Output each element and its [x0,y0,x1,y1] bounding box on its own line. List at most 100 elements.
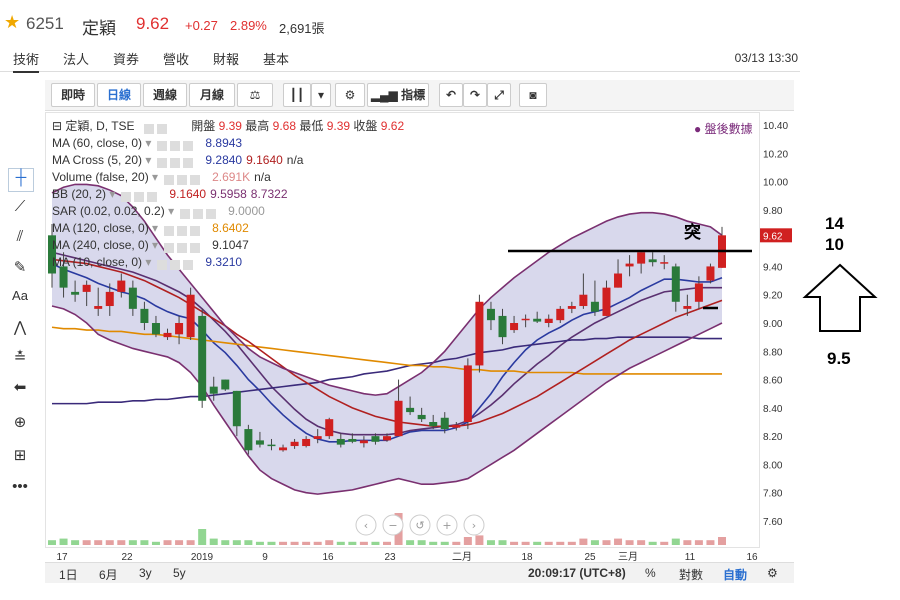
volume-bar [48,540,56,545]
candle-body [175,323,184,335]
close-label: 收盤 [353,119,378,133]
volume-bar [383,541,391,545]
up-arrow-icon [802,263,878,332]
candle-body [209,386,218,394]
indicator-controls[interactable] [157,258,201,270]
indicator-row[interactable]: MA (10, close, 0) ▾ 9.3210 [52,254,404,271]
volume-bar [140,540,149,545]
indicator-name: Volume (false, 20) [52,170,149,184]
chevron-down-icon[interactable]: ▾ [165,204,174,218]
zoom-control-glyph: − [388,519,397,532]
chevron-down-icon[interactable]: ▾ [142,153,151,167]
volume-bar [671,538,680,545]
volume-bar [371,541,380,545]
chevron-down-icon[interactable]: ▾ [106,187,115,201]
chevron-down-icon[interactable]: ▾ [149,238,158,252]
candle-body [267,444,276,447]
volume-bar [163,540,172,545]
collapse-icon[interactable]: ⊟ [52,119,62,133]
volume-bar [556,541,565,545]
y-tick-label: 10.00 [763,178,788,189]
chevron-down-icon[interactable]: ▾ [149,170,158,184]
volume-bar [579,538,588,545]
range-1d-button[interactable]: 1日 [59,566,78,583]
indicator-row[interactable]: MA (60, close, 0) ▾ 8.8943 [52,135,404,152]
y-tick-label: 9.20 [763,291,783,302]
candle-body [579,294,588,307]
indicator-controls[interactable] [157,156,201,168]
volume-bar [313,541,322,545]
low-label: 最低 [299,119,324,133]
indicator-row[interactable]: BB (20, 2) ▾ 9.1640 9.5958 8.7322 [52,186,404,203]
candle-body [637,252,646,264]
candle-body [694,283,703,302]
indicator-row[interactable]: SAR (0.02, 0.02, 0.2) ▾ 9.0000 [52,203,404,220]
volume-bar [533,541,542,545]
candle-body [313,436,322,439]
volume-bar [151,541,160,545]
candle-body [140,308,149,323]
settings-gear-icon[interactable]: ⚙ [767,566,778,580]
volume-bar [175,540,184,545]
indicator-row[interactable]: Volume (false, 20) ▾ 2.691K n/a [52,169,404,186]
volume-bar [694,540,703,545]
candle-body [706,266,715,281]
indicator-legend: ⊟ 定穎, D, TSE 開盤 9.39 最高 9.68 最低 9.39 收盤 … [52,118,404,271]
candle-body [244,429,253,451]
candle-body [625,263,634,267]
indicator-row[interactable]: MA (240, close, 0) ▾ 9.1047 [52,237,404,254]
log-scale-button[interactable]: 對數 [679,566,703,583]
auto-scale-button[interactable]: 自動 [723,566,747,583]
candle-body [82,284,91,292]
candle-body [567,306,576,309]
indicator-value: 9.1640 [246,153,283,167]
indicator-controls[interactable] [164,173,208,185]
indicator-name: MA (120, close, 0) [52,221,149,235]
candle-body [302,438,311,447]
candle-body [533,318,542,322]
range-3y-button[interactable]: 3y [139,566,152,580]
y-tick-label: 8.20 [763,432,783,443]
volume-bar [521,541,530,545]
after-hours-data[interactable]: ● 盤後數據 [694,120,753,137]
indicator-name: MA Cross (5, 20) [52,153,143,167]
volume-bar [186,540,195,545]
volume-bar [59,538,68,545]
indicator-value: 9.0000 [228,204,265,218]
indicator-controls[interactable] [121,190,165,202]
range-6m-button[interactable]: 6月 [99,566,118,583]
volume-bar [706,540,715,545]
candle-body [602,287,611,316]
volume-bar [486,540,495,545]
indicator-value: 9.5958 [210,187,247,201]
volume-bar [590,540,599,545]
y-tick-label: 10.20 [763,149,788,160]
indicator-controls[interactable] [164,241,208,253]
indicator-controls[interactable] [180,207,224,219]
indicator-row[interactable]: MA Cross (5, 20) ▾ 9.2840 9.1640 n/a [52,152,404,169]
chevron-down-icon[interactable]: ▾ [149,221,158,235]
volume-bar [105,540,114,545]
volume-bar [463,537,472,545]
volume-bar [452,541,461,545]
indicator-value: 9.1047 [212,238,249,252]
indicator-controls[interactable] [164,224,208,236]
zoom-control-glyph: › [472,519,476,532]
percent-scale-button[interactable]: % [645,566,656,580]
candle-body [452,424,461,428]
series-controls[interactable] [143,122,188,134]
volume-bar [440,541,449,545]
volume-bar [117,540,126,545]
volume-bar [221,540,230,545]
candle-body [510,323,519,331]
indicator-controls[interactable] [157,139,201,151]
y-tick-label: 9.40 [763,262,783,273]
volume-bar [417,540,426,545]
range-5y-button[interactable]: 5y [173,566,186,580]
indicator-row[interactable]: MA (120, close, 0) ▾ 8.6402 [52,220,404,237]
candle-body [544,318,553,323]
chevron-down-icon[interactable]: ▾ [142,136,151,150]
chevron-down-icon[interactable]: ▾ [142,255,151,269]
indicator-value: 9.1640 [169,187,207,201]
volume-bar [279,541,288,545]
